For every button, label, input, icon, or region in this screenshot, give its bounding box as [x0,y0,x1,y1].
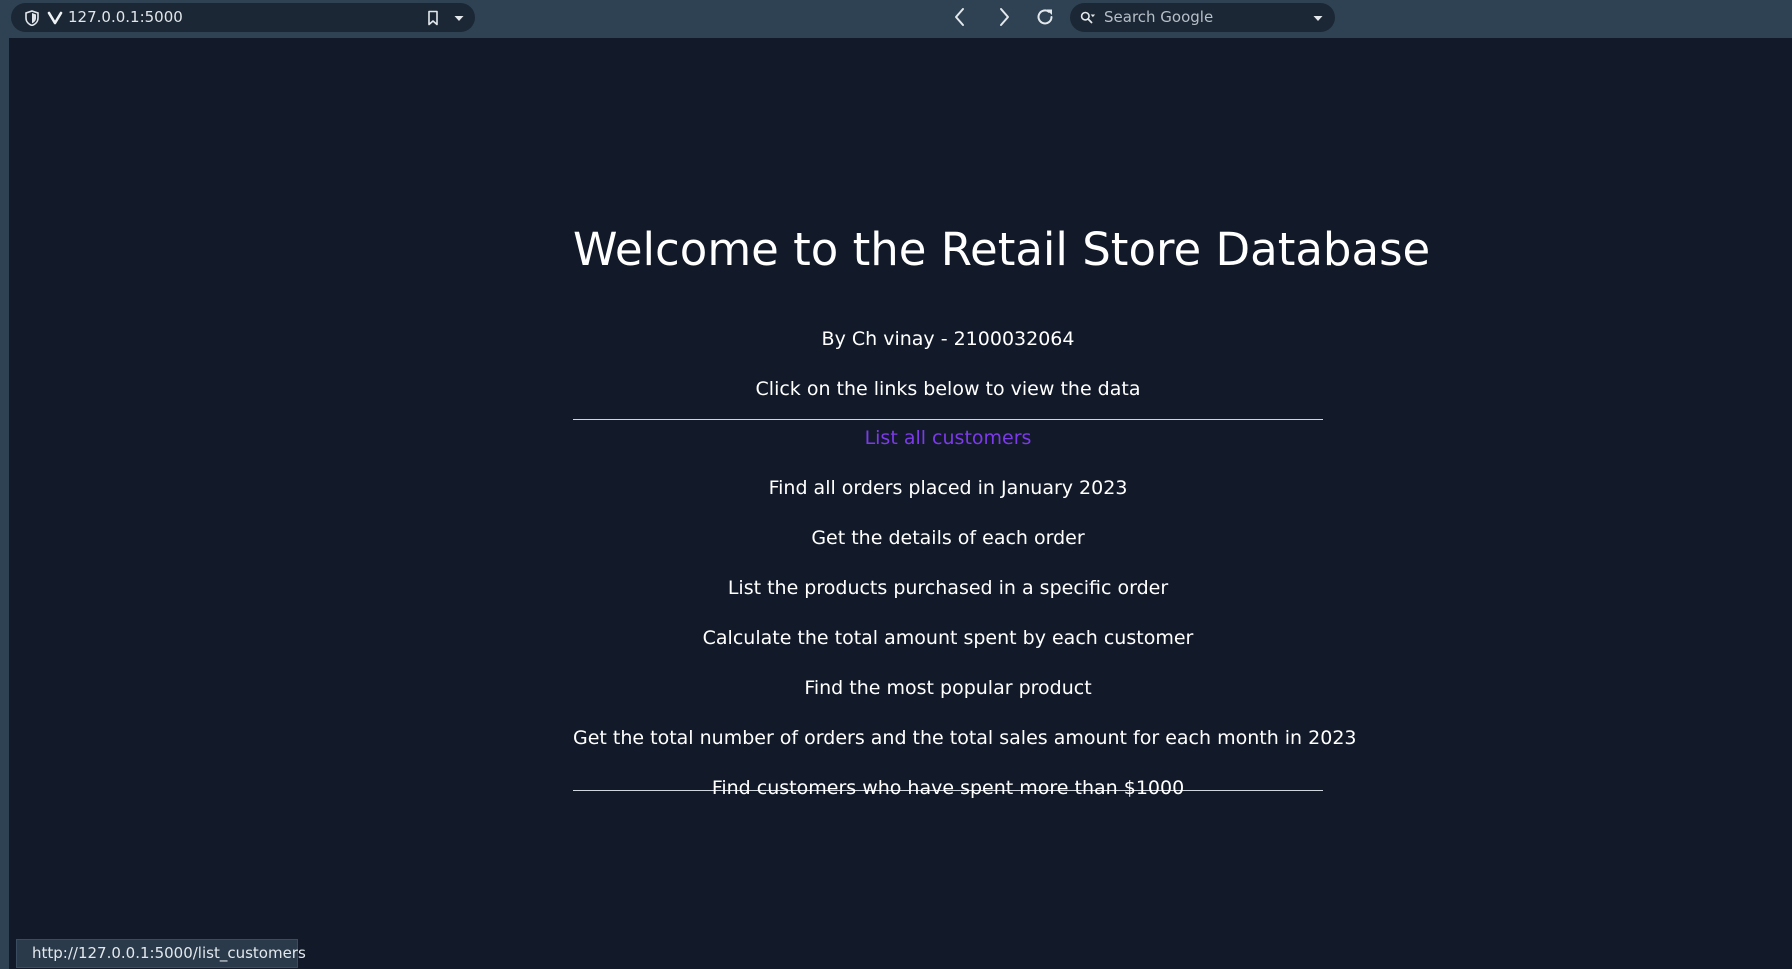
vivaldi-logo-icon [47,10,63,26]
link-customers-spent-over-1000[interactable]: Find customers who have spent more than … [712,777,1184,799]
link-list-all-customers[interactable]: List all customers [865,427,1032,449]
search-field[interactable]: Search Google [1070,3,1335,32]
link-order-details[interactable]: Get the details of each order [811,527,1084,549]
instruction-text: Click on the links below to view the dat… [755,378,1141,400]
list-item: List all customers [573,426,1323,450]
link-total-spent-per-customer[interactable]: Calculate the total amount spent by each… [703,627,1194,649]
query-links-list: List all customers Find all orders place… [573,419,1357,799]
shield-icon[interactable] [24,10,40,26]
link-orders-january-2023[interactable]: Find all orders placed in January 2023 [769,477,1128,499]
reload-button[interactable] [1034,6,1056,28]
reload-icon [1037,9,1053,25]
list-item: Calculate the total amount spent by each… [573,626,1323,650]
page-title: Welcome to the Retail Store Database [573,223,1431,276]
link-monthly-orders-sales-2023[interactable]: Get the total number of orders and the t… [573,727,1357,749]
url-text[interactable]: 127.0.0.1:5000 [68,9,183,26]
search-dropdown-icon[interactable] [1310,10,1326,26]
browser-toolbar: 127.0.0.1:5000 Search Google [0,0,1792,38]
list-item: List the products purchased in a specifi… [573,576,1323,600]
link-most-popular-product[interactable]: Find the most popular product [804,677,1091,699]
search-placeholder[interactable]: Search Google [1104,9,1213,26]
bookmark-icon[interactable] [425,10,441,26]
window-left-edge [0,38,9,969]
address-bar[interactable]: 127.0.0.1:5000 [11,3,475,32]
search-engine-icon[interactable] [1080,10,1096,26]
forward-button[interactable] [993,6,1015,28]
back-button[interactable] [949,6,971,28]
address-dropdown-icon[interactable] [451,10,467,26]
list-item: Find the most popular product [573,676,1323,700]
author-subtitle: By Ch vinay - 2100032064 [821,328,1075,350]
link-status-bar: http://127.0.0.1:5000/list_customers [16,939,306,968]
page-content: Welcome to the Retail Store Database By … [573,217,1431,799]
list-item: Get the details of each order [573,526,1323,550]
chevron-right-icon [1000,8,1009,26]
list-item: Get the total number of orders and the t… [573,726,1357,750]
list-item: Find customers who have spent more than … [573,776,1323,799]
chevron-left-icon [955,8,964,26]
list-item: Find all orders placed in January 2023 [573,476,1323,500]
link-products-in-order[interactable]: List the products purchased in a specifi… [728,577,1168,599]
